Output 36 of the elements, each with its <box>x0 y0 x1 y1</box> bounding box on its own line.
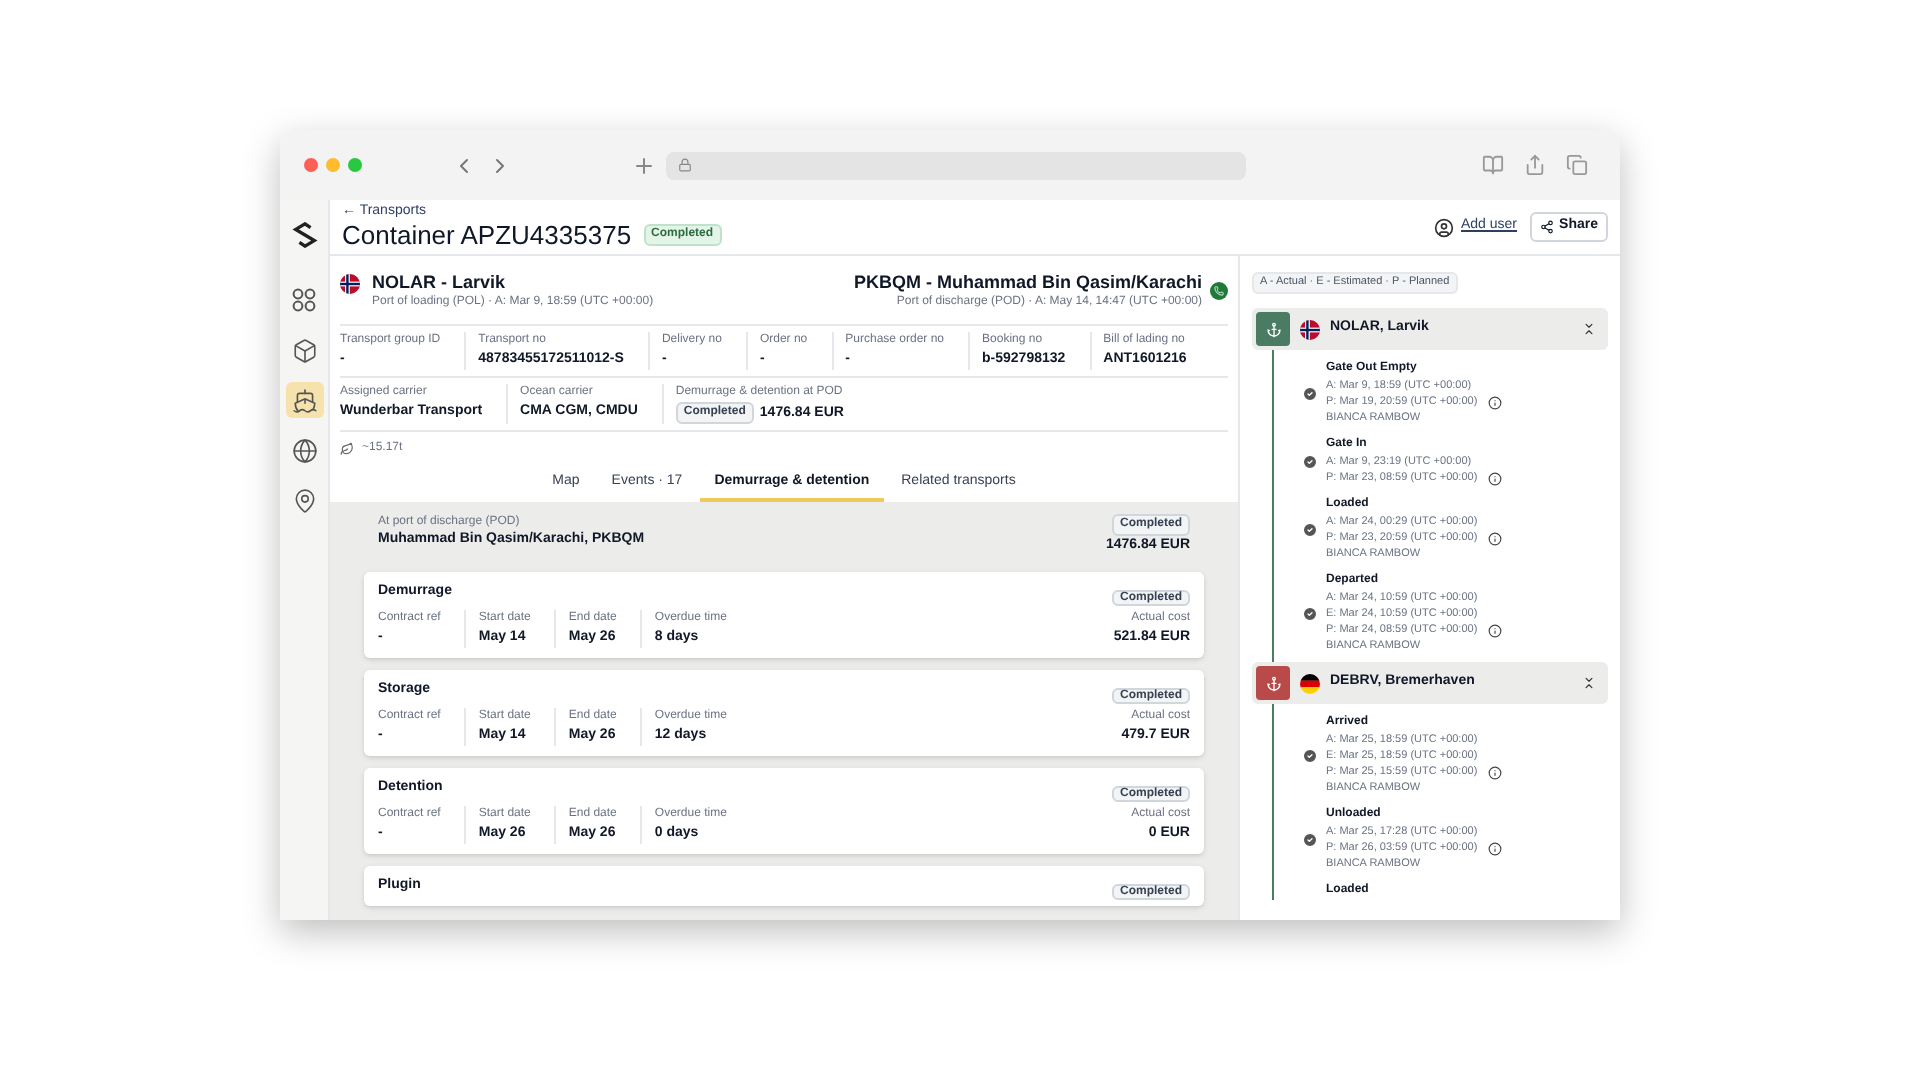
tabs-icon[interactable] <box>1566 154 1588 176</box>
destination-port: PKBQM - Muhammad Bin Qasim/Karachi <box>853 270 1202 294</box>
flag-icon <box>1300 673 1320 693</box>
close-window-icon[interactable] <box>304 158 318 172</box>
check-icon <box>1302 747 1318 763</box>
origin-port: NOLAR - Larvik <box>372 270 508 294</box>
info-icon[interactable] <box>1487 765 1502 779</box>
logo-icon[interactable] <box>291 221 317 247</box>
info-icon[interactable] <box>1487 531 1502 545</box>
globe-icon[interactable] <box>291 437 317 463</box>
info-icon[interactable] <box>1487 623 1502 637</box>
leaf-icon <box>340 442 354 456</box>
box-icon[interactable] <box>291 337 317 363</box>
user-icon <box>1433 217 1453 237</box>
check-icon <box>1302 521 1318 537</box>
flag-icon <box>340 274 360 294</box>
flag-icon <box>1300 319 1320 339</box>
lock-icon <box>678 158 692 172</box>
collapse-icon[interactable] <box>1582 676 1596 690</box>
collapse-icon[interactable] <box>1582 322 1596 336</box>
page-title: Container APZU4335375 <box>342 219 632 251</box>
check-icon <box>1302 605 1318 621</box>
info-icon[interactable] <box>1487 395 1502 409</box>
map-pin-icon[interactable] <box>291 487 317 513</box>
chat-icon[interactable] <box>1210 282 1228 300</box>
check-icon <box>1302 453 1318 469</box>
info-icon[interactable] <box>1487 471 1502 485</box>
apps-icon[interactable] <box>292 288 316 312</box>
check-icon <box>1302 831 1318 847</box>
info-icon[interactable] <box>1487 841 1502 855</box>
reader-icon[interactable] <box>1482 154 1504 176</box>
share-icon[interactable] <box>1524 154 1546 176</box>
share-icon <box>1539 220 1554 234</box>
new-tab-icon[interactable] <box>632 153 656 177</box>
check-icon <box>1302 385 1318 401</box>
ship-icon[interactable] <box>291 387 317 413</box>
